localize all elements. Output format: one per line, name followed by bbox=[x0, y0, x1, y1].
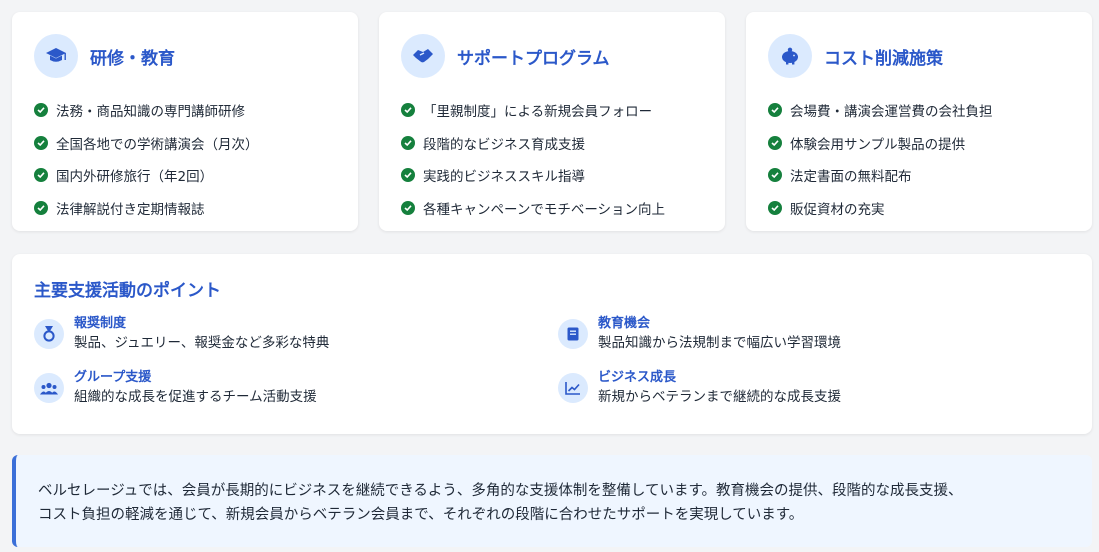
list-item: 法定書面の無料配布 bbox=[768, 159, 1070, 192]
note-line: コスト負担の軽減を通じて、新規会員からベテラン会員まで、それぞれの段階に合わせた… bbox=[38, 507, 804, 523]
chart-line-icon bbox=[558, 373, 588, 403]
feature-cards: 研修・教育 法務・商品知識の専門講師研修 全国各地での学術講演会（月次） 国内外… bbox=[12, 12, 1092, 231]
check-circle-icon bbox=[34, 135, 48, 150]
point-title: 報奨制度 bbox=[74, 316, 127, 331]
list-item: 法律解説付き定期情報誌 bbox=[34, 192, 336, 225]
point-desc: 製品、ジュエリー、報奨金など多彩な特典 bbox=[74, 335, 330, 351]
handshake-icon bbox=[401, 34, 445, 78]
point-education: 教育機会 製品知識から法規制まで幅広い学習環境 bbox=[558, 315, 841, 353]
list-item: 各種キャンペーンでモチベーション向上 bbox=[401, 192, 703, 225]
point-title: 教育機会 bbox=[598, 316, 651, 331]
point-business-growth: ビジネス成長 新規からベテランまで継続的な成長支援 bbox=[558, 369, 841, 407]
check-circle-icon bbox=[401, 168, 415, 183]
card-title: サポートプログラム bbox=[457, 48, 610, 69]
card-header: サポートプログラム bbox=[401, 34, 703, 78]
card-cost-reduction: コスト削減施策 会場費・講演会運営費の会社負担 体験会用サンプル製品の提供 法定… bbox=[746, 12, 1092, 231]
card-list: 法務・商品知識の専門講師研修 全国各地での学術講演会（月次） 国内外研修旅行（年… bbox=[34, 94, 336, 224]
point-desc: 製品知識から法規制まで幅広い学習環境 bbox=[598, 335, 841, 351]
check-circle-icon bbox=[34, 200, 48, 215]
card-header: 研修・教育 bbox=[34, 34, 336, 78]
point-group-support: グループ支援 組織的な成長を促進するチーム活動支援 bbox=[34, 369, 317, 407]
card-training: 研修・教育 法務・商品知識の専門講師研修 全国各地での学術講演会（月次） 国内外… bbox=[12, 12, 358, 231]
list-item: 「里親制度」による新規会員フォロー bbox=[401, 94, 703, 127]
piggy-bank-icon bbox=[768, 34, 812, 78]
check-circle-icon bbox=[768, 135, 782, 150]
point-reward: 報奨制度 製品、ジュエリー、報奨金など多彩な特典 bbox=[34, 315, 329, 353]
check-circle-icon bbox=[401, 103, 415, 118]
card-title: コスト削減施策 bbox=[824, 48, 943, 69]
card-support-program: サポートプログラム 「里親制度」による新規会員フォロー 段階的なビジネス育成支援… bbox=[379, 12, 725, 231]
list-item: 法務・商品知識の専門講師研修 bbox=[34, 94, 336, 127]
users-icon bbox=[34, 373, 64, 403]
book-icon bbox=[558, 319, 588, 349]
card-list: 会場費・講演会運営費の会社負担 体験会用サンプル製品の提供 法定書面の無料配布 … bbox=[768, 94, 1070, 224]
list-item: 実践的ビジネススキル指導 bbox=[401, 159, 703, 192]
check-circle-icon bbox=[768, 103, 782, 118]
key-points-panel: 主要支援活動のポイント 報奨制度 製品、ジュエリー、報奨金など多彩な特典 教育機… bbox=[12, 254, 1092, 434]
point-desc: 組織的な成長を促進するチーム活動支援 bbox=[74, 389, 317, 405]
list-item: 体験会用サンプル製品の提供 bbox=[768, 127, 1070, 160]
list-item: 段階的なビジネス育成支援 bbox=[401, 127, 703, 160]
point-title: ビジネス成長 bbox=[598, 370, 677, 385]
check-circle-icon bbox=[768, 168, 782, 183]
card-header: コスト削減施策 bbox=[768, 34, 1070, 78]
medal-icon bbox=[34, 319, 64, 349]
list-item: 販促資材の充実 bbox=[768, 192, 1070, 225]
check-circle-icon bbox=[34, 103, 48, 118]
card-list: 「里親制度」による新規会員フォロー 段階的なビジネス育成支援 実践的ビジネススキ… bbox=[401, 94, 703, 224]
points-grid: 報奨制度 製品、ジュエリー、報奨金など多彩な特典 教育機会 製品知識から法規制ま… bbox=[34, 315, 1070, 435]
check-circle-icon bbox=[34, 168, 48, 183]
card-title: 研修・教育 bbox=[90, 48, 175, 69]
point-desc: 新規からベテランまで継続的な成長支援 bbox=[598, 389, 841, 405]
section-title: 主要支援活動のポイント bbox=[34, 281, 221, 301]
list-item: 会場費・講演会運営費の会社負担 bbox=[768, 94, 1070, 127]
check-circle-icon bbox=[401, 135, 415, 150]
check-circle-icon bbox=[401, 200, 415, 215]
point-title: グループ支援 bbox=[74, 370, 152, 385]
check-circle-icon bbox=[768, 200, 782, 215]
note-line: ベルセレージュでは、会員が長期的にビジネスを継続できるよう、多角的な支援体制を整… bbox=[38, 483, 963, 499]
list-item: 国内外研修旅行（年2回） bbox=[34, 159, 336, 192]
summary-note: ベルセレージュでは、会員が長期的にビジネスを継続できるよう、多角的な支援体制を整… bbox=[12, 455, 1092, 547]
graduation-cap-icon bbox=[34, 34, 78, 78]
list-item: 全国各地での学術講演会（月次） bbox=[34, 127, 336, 160]
